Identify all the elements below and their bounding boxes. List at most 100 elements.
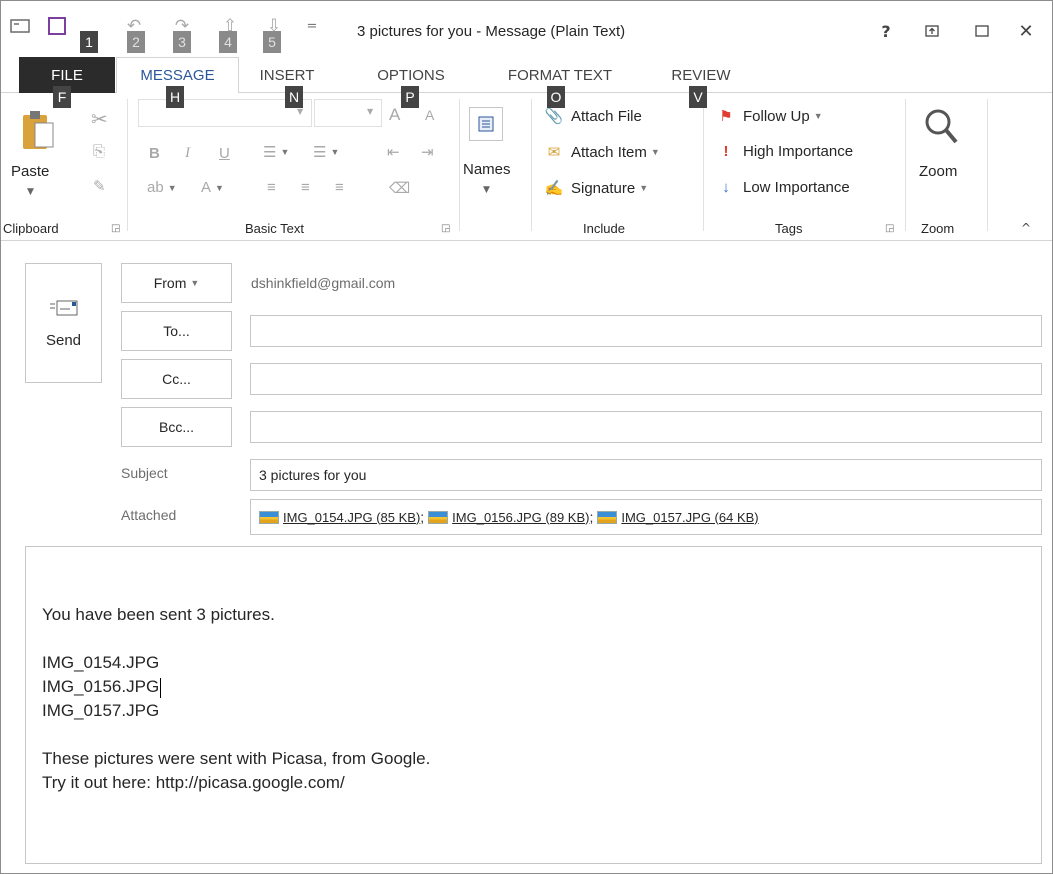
flag-icon: ⚑ [719, 108, 733, 125]
clipboard-group-label: Clipboard [3, 221, 59, 236]
paperclip-icon: 📎 [544, 108, 564, 125]
keytip-review: V [689, 86, 707, 108]
paste-label: Paste [11, 163, 50, 180]
numbering-icon[interactable]: ☰ ▼ [313, 143, 339, 161]
message-body[interactable]: You have been sent 3 pictures. IMG_0154.… [25, 546, 1042, 864]
address-book-button[interactable]: Names ▼ [463, 103, 523, 203]
keytip-4: 4 [219, 31, 237, 53]
attachment-item[interactable]: IMG_0157.JPG (64 KB) [597, 510, 759, 525]
subject-field[interactable]: 3 pictures for you [250, 459, 1042, 491]
keytip-format-text: O [547, 86, 565, 108]
align-center-icon[interactable]: ≡ [301, 179, 310, 196]
highlight-icon[interactable]: ab ▼ [147, 179, 177, 196]
title-bar: ↶ ↷ ⇧ ⇩ = 1 2 3 4 5 3 pictures for you -… [1, 1, 1052, 57]
underline-button[interactable]: U [219, 145, 230, 162]
bullets-icon[interactable]: ☰ ▼ [263, 143, 289, 161]
message-window: ↶ ↷ ⇧ ⇩ = 1 2 3 4 5 3 pictures for you -… [0, 0, 1053, 874]
body-blank-line [42, 723, 1025, 747]
decrease-indent-icon[interactable]: ⇤ [387, 143, 400, 161]
bcc-button[interactable]: Bcc... [121, 407, 232, 447]
include-group-label: Include [583, 221, 625, 236]
send-button[interactable]: Send [25, 263, 102, 383]
format-painter-icon[interactable]: ✎ [93, 177, 106, 195]
paste-dropdown-icon[interactable]: ▼ [27, 187, 34, 197]
attachment-item[interactable]: IMG_0156.JPG (89 KB); [428, 509, 593, 525]
to-button[interactable]: To... [121, 311, 232, 351]
attach-item-icon: ✉ [547, 144, 561, 161]
subject-label: Subject [121, 465, 168, 481]
font-size-dropdown-icon[interactable]: ▼ [367, 107, 373, 116]
align-left-icon[interactable]: ≡ [267, 179, 276, 196]
font-color-icon[interactable]: A ▼ [201, 179, 224, 196]
shrink-font-icon[interactable]: A [425, 107, 434, 123]
collapse-ribbon-icon[interactable]: ^ [1021, 221, 1031, 235]
names-label: Names [463, 161, 511, 178]
keytip-file: F [53, 86, 71, 108]
grow-font-icon[interactable]: A [389, 105, 400, 125]
keytip-2: 2 [127, 31, 145, 53]
bold-button[interactable]: B [149, 145, 160, 162]
italic-button[interactable]: I [185, 145, 190, 162]
send-label: Send [45, 331, 82, 349]
copy-icon[interactable]: ⎘ [93, 143, 105, 160]
customize-qat-icon[interactable]: = [301, 15, 323, 37]
zoom-label: Zoom [919, 163, 958, 180]
attach-item-button[interactable]: ✉ Attach Item ▼ [545, 143, 660, 162]
ribbon-display-options-button[interactable] [917, 19, 947, 43]
signature-button[interactable]: ✍ Signature ▼ [545, 179, 648, 198]
keytip-insert: N [285, 86, 303, 108]
basic-text-group-label: Basic Text [245, 221, 305, 236]
keytip-message: H [166, 86, 184, 108]
align-right-icon[interactable]: ≡ [335, 179, 344, 196]
zoom-group-label: Zoom [921, 221, 955, 236]
zoom-button[interactable]: Zoom [913, 103, 983, 203]
paste-button[interactable]: Paste ▼ [9, 107, 67, 203]
save-icon[interactable] [46, 15, 68, 37]
to-field[interactable] [250, 315, 1042, 347]
group-divider [905, 99, 906, 231]
low-importance-button[interactable]: ↓ Low Importance [717, 179, 849, 196]
group-divider [703, 99, 704, 231]
attach-file-button[interactable]: 📎 Attach File [544, 107, 642, 126]
names-dropdown-icon[interactable]: ▼ [483, 185, 490, 195]
follow-up-button[interactable]: ⚑ Follow Up ▼ [717, 107, 822, 126]
bcc-field[interactable] [250, 411, 1042, 443]
exclamation-icon: ! [723, 143, 729, 160]
attached-label: Attached [121, 507, 177, 523]
ribbon: Paste ▼ ✂ ⎘ ✎ Clipboard ◲ ▼ ▼ A A B I U … [1, 93, 1052, 241]
from-dropdown-icon: ▼ [190, 278, 200, 288]
font-name-dropdown-icon[interactable]: ▼ [297, 107, 303, 116]
body-line: Try it out here: http://picasa.google.co… [42, 773, 345, 792]
keytip-3: 3 [173, 31, 191, 53]
group-divider [987, 99, 988, 231]
clear-formatting-icon[interactable]: ⌫ [389, 179, 410, 197]
basic-text-launcher-icon[interactable]: ◲ [441, 223, 450, 234]
attachment-item[interactable]: IMG_0154.JPG (85 KB); [259, 509, 424, 525]
tags-group-label: Tags [775, 221, 803, 236]
cc-button[interactable]: Cc... [121, 359, 232, 399]
close-button[interactable]: ✕ [1011, 19, 1041, 43]
attachments-field: IMG_0154.JPG (85 KB); IMG_0156.JPG (89 K… [250, 499, 1042, 535]
from-button[interactable]: From ▼ [121, 263, 232, 303]
image-file-icon [597, 510, 618, 524]
keytip-options: P [401, 86, 419, 108]
from-address: dshinkfield@gmail.com [251, 275, 396, 291]
maximize-button[interactable] [967, 19, 997, 43]
keytip-1: 1 [80, 31, 98, 53]
image-file-icon [259, 510, 279, 524]
tags-launcher-icon[interactable]: ◲ [885, 223, 894, 234]
keytip-5: 5 [263, 31, 281, 53]
window-title: 3 pictures for you - Message (Plain Text… [357, 23, 626, 40]
help-button[interactable]: ? [871, 19, 901, 43]
cut-icon[interactable]: ✂ [91, 107, 108, 132]
body-line: IMG_0156.JPG [42, 677, 162, 698]
high-importance-button[interactable]: ! High Importance [717, 143, 854, 160]
body-blank-line [42, 627, 1025, 651]
image-file-icon [428, 510, 449, 524]
increase-indent-icon[interactable]: ⇥ [421, 143, 434, 161]
outlook-message-icon[interactable] [9, 15, 31, 37]
group-divider [459, 99, 460, 231]
clipboard-launcher-icon[interactable]: ◲ [111, 223, 120, 234]
cc-field[interactable] [250, 363, 1042, 395]
down-arrow-icon: ↓ [722, 179, 730, 196]
